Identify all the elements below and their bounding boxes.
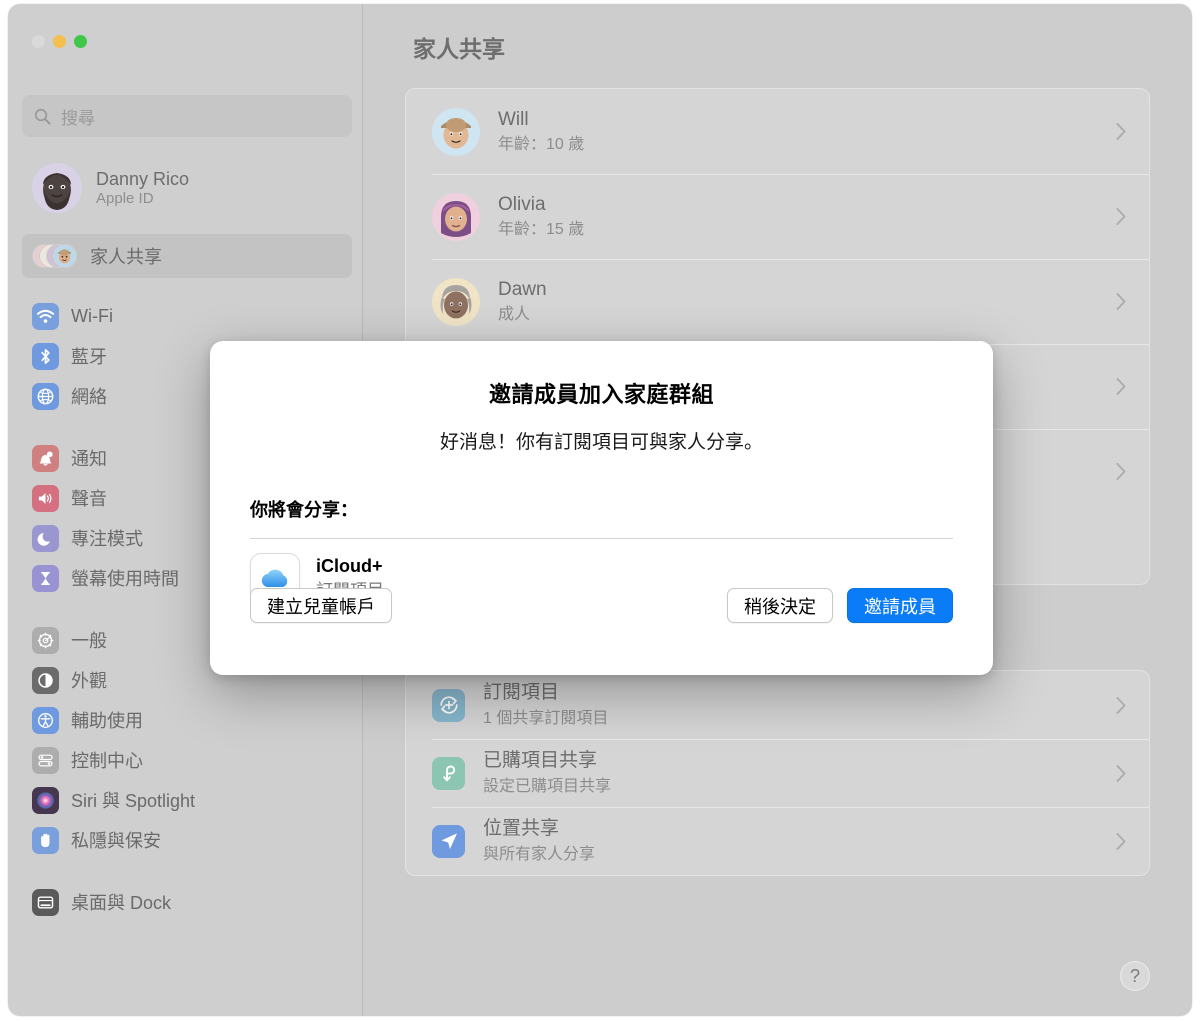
close-window-button[interactable] [32, 35, 45, 48]
siri-icon [32, 786, 59, 814]
sidebar-item-desktop-dock[interactable]: 桌面與 Dock [22, 882, 352, 922]
table-row[interactable]: Dawn 成人 [406, 259, 1149, 344]
sidebar-item-label: 桌面與 Dock [71, 893, 172, 913]
hourglass-icon [32, 564, 59, 592]
member-name: Will [498, 108, 529, 130]
desktop-dock-icon [32, 888, 59, 916]
table-row[interactable]: Will 年齡：10 歲 [406, 89, 1149, 174]
hand-icon [32, 826, 59, 854]
chevron-right-icon [1115, 462, 1127, 481]
help-button[interactable]: ? [1120, 961, 1150, 991]
sidebar-item-apple-id[interactable]: Danny Rico Apple ID [22, 160, 352, 216]
account-subtitle: Apple ID [96, 189, 154, 207]
table-row[interactable]: Olivia 年齡：15 歲 [406, 174, 1149, 259]
sidebar-item-label: 家人共享 [90, 247, 162, 267]
sidebar-item-label: 通知 [71, 449, 107, 469]
list-item[interactable]: 位置共享 與所有家人分享 [406, 807, 1149, 875]
divider [250, 538, 953, 539]
sidebar-item-family-sharing[interactable]: 家人共享 [22, 234, 352, 278]
sidebar-item-label: 外觀 [71, 671, 107, 691]
member-name: Olivia [498, 193, 546, 215]
bell-icon [32, 444, 59, 472]
sidebar-item-privacy-security[interactable]: 私隱與保安 [22, 820, 352, 860]
setting-title: 訂閱項目 [483, 682, 560, 703]
appearance-icon [32, 666, 59, 694]
invite-family-member-dialog: 邀請成員加入家庭群組 好消息！你有訂閱項目可與家人分享。 你將會分享： iClo… [210, 341, 993, 675]
subscription-name: iCloud+ [316, 556, 383, 577]
chevron-right-icon [1115, 207, 1127, 226]
sidebar-item-siri-spotlight[interactable]: Siri 與 Spotlight [22, 780, 352, 820]
setting-title: 位置共享 [483, 818, 560, 839]
dialog-actions: 建立兒童帳戶 稍後決定 邀請成員 [250, 588, 953, 623]
dialog-title: 邀請成員加入家庭群組 [488, 382, 714, 407]
chevron-right-icon [1115, 832, 1127, 851]
globe-icon [32, 382, 59, 410]
window-traffic-lights [32, 35, 87, 48]
chevron-right-icon [1115, 696, 1127, 715]
member-detail: 成人 [498, 306, 531, 324]
wifi-icon [32, 302, 59, 330]
control-center-icon [32, 746, 59, 774]
page-title: 家人共享 [413, 36, 505, 62]
avatar [432, 192, 480, 241]
search-icon [34, 108, 51, 125]
sidebar-item-label: 螢幕使用時間 [71, 569, 179, 589]
family-settings-card: 訂閱項目 1 個共享訂閱項目 已購項目共享 設定已購項目共享 位置共享 與所有家… [405, 670, 1150, 876]
sidebar-item-label: 藍牙 [71, 347, 107, 367]
sidebar-item-control-center[interactable]: 控制中心 [22, 740, 352, 780]
avatar [32, 163, 82, 213]
chevron-right-icon [1115, 122, 1127, 141]
sidebar-item-label: 專注模式 [71, 529, 143, 549]
chevron-right-icon [1115, 764, 1127, 783]
invite-member-button[interactable]: 邀請成員 [847, 588, 953, 623]
setting-detail: 1 個共享訂閱項目 [483, 709, 609, 727]
sidebar-item-label: 私隱與保安 [71, 831, 161, 851]
sidebar-item-accessibility[interactable]: 輔助使用 [22, 700, 352, 740]
sidebar-item-label: 一般 [71, 631, 107, 651]
member-detail: 年齡：10 歲 [498, 136, 585, 154]
avatar [432, 277, 480, 326]
create-child-account-button[interactable]: 建立兒童帳戶 [250, 588, 392, 623]
list-item[interactable]: 已購項目共享 設定已購項目共享 [406, 739, 1149, 807]
purchase-sharing-icon [432, 756, 465, 790]
location-sharing-icon [432, 824, 465, 858]
maximize-window-button[interactable] [74, 35, 87, 48]
screen: 搜尋 Danny Rico Apple ID 家人共享 Wi-Fi 藍牙 網絡 … [0, 0, 1200, 1020]
subscriptions-icon [432, 688, 465, 722]
chevron-right-icon [1115, 292, 1127, 311]
sidebar-item-label: 聲音 [71, 489, 107, 509]
sidebar-item-label: Wi-Fi [71, 305, 113, 326]
sidebar-item-label: 輔助使用 [71, 711, 143, 731]
sidebar-item-label: 網絡 [71, 387, 107, 407]
sidebar-item-wifi[interactable]: Wi-Fi [22, 296, 352, 336]
setting-title: 已購項目共享 [483, 750, 598, 771]
sidebar-item-label: Siri 與 Spotlight [71, 791, 196, 811]
share-section-label: 你將會分享： [250, 500, 358, 520]
speaker-icon [32, 484, 59, 512]
chevron-right-icon [1115, 377, 1127, 396]
gear-icon [32, 626, 59, 654]
sidebar-item-label: 控制中心 [71, 751, 143, 771]
member-name: Dawn [498, 278, 547, 300]
bluetooth-icon [32, 342, 59, 370]
avatar [432, 107, 480, 156]
family-avatars-icon [32, 242, 78, 270]
list-item[interactable]: 訂閱項目 1 個共享訂閱項目 [406, 671, 1149, 739]
search-field[interactable]: 搜尋 [22, 95, 352, 137]
account-name: Danny Rico [96, 168, 190, 189]
minimize-window-button[interactable] [53, 35, 66, 48]
member-detail: 年齡：15 歲 [498, 221, 585, 239]
setting-detail: 設定已購項目共享 [483, 777, 612, 795]
moon-icon [32, 524, 59, 552]
dialog-subtitle: 好消息！你有訂閱項目可與家人分享。 [439, 432, 763, 453]
decide-later-button[interactable]: 稍後決定 [727, 588, 833, 623]
accessibility-icon [32, 706, 59, 734]
search-placeholder: 搜尋 [61, 108, 95, 128]
sidebar-group-desktop: 桌面與 Dock [22, 882, 352, 922]
setting-detail: 與所有家人分享 [483, 845, 596, 863]
